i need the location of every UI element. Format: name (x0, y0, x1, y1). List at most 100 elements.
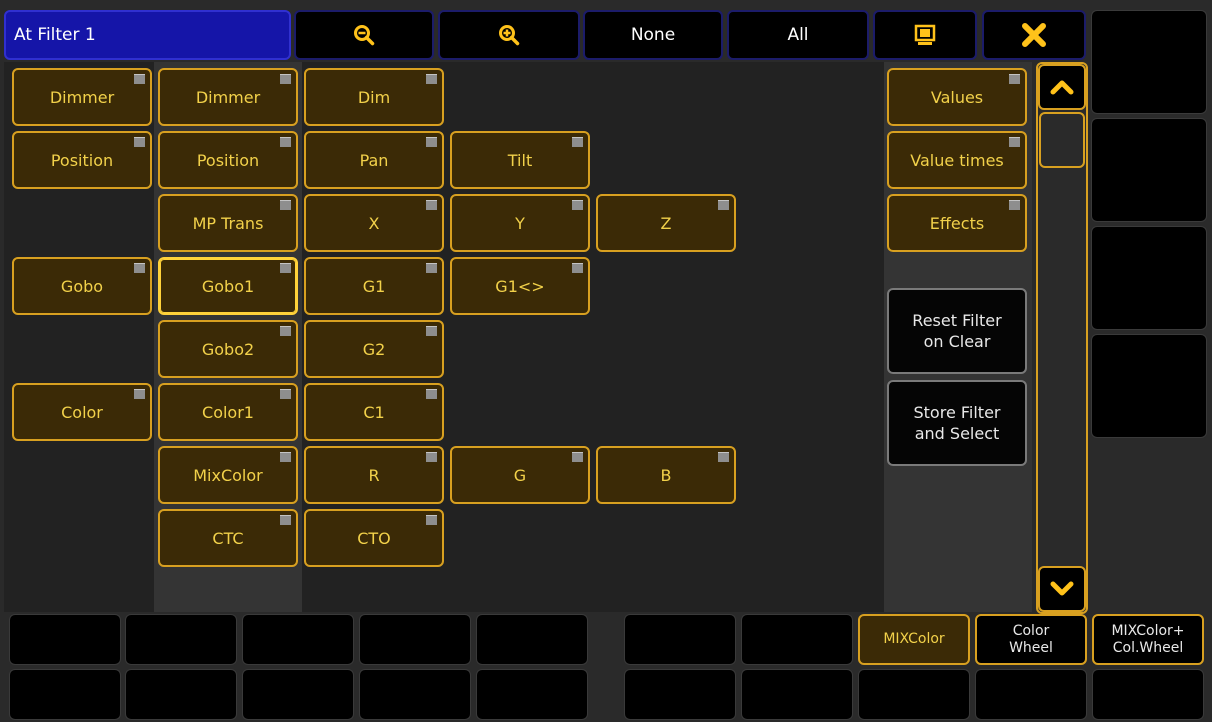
indicator-icon (280, 74, 291, 84)
indicator-icon (280, 515, 291, 525)
filter-gobo-group[interactable]: Gobo (12, 257, 152, 315)
side-cell[interactable] (1091, 334, 1207, 438)
empty-cell[interactable] (125, 669, 237, 720)
filter-mp-trans[interactable]: MP Trans (158, 194, 298, 252)
filter-c1[interactable]: C1 (304, 383, 444, 441)
empty-cell[interactable] (125, 614, 237, 665)
close-button[interactable] (982, 10, 1086, 60)
value-times-button[interactable]: Value times (887, 131, 1027, 189)
button-label: MIXColor (883, 631, 945, 647)
empty-cell[interactable] (476, 614, 588, 665)
button-label: CTO (357, 528, 391, 548)
scroll-up-button[interactable] (1038, 64, 1086, 110)
filter-gobo1[interactable]: Gobo1 (158, 257, 298, 315)
values-button[interactable]: Values (887, 68, 1027, 126)
button-label: R (368, 465, 380, 485)
mixcolor-col-wheel-button[interactable]: MIXColor+ Col.Wheel (1092, 614, 1204, 665)
empty-cell[interactable] (741, 614, 853, 665)
filter-position[interactable]: Position (158, 131, 298, 189)
button-label: MP Trans (192, 213, 264, 233)
zoom-in-icon (498, 24, 520, 46)
filter-tilt[interactable]: Tilt (450, 131, 590, 189)
indicator-icon (426, 389, 437, 399)
store-filter-and-select-button[interactable]: Store Filter and Select (887, 380, 1027, 466)
select-none-button[interactable]: None (583, 10, 723, 60)
indicator-icon (1009, 74, 1020, 84)
filter-g1-rotate[interactable]: G1<> (450, 257, 590, 315)
empty-cell[interactable] (9, 614, 121, 665)
button-label: G2 (362, 339, 386, 359)
side-cell[interactable] (1091, 10, 1207, 114)
filter-y[interactable]: Y (450, 194, 590, 252)
indicator-icon (134, 389, 145, 399)
indicator-icon (134, 74, 145, 84)
empty-cell[interactable] (624, 669, 736, 720)
zoom-in-button[interactable] (438, 10, 580, 60)
chevron-down-icon (1050, 581, 1074, 597)
button-label: G (513, 465, 527, 485)
button-label: Dimmer (195, 87, 261, 107)
filter-mixcolor[interactable]: MixColor (158, 446, 298, 504)
empty-cell[interactable] (741, 669, 853, 720)
filter-r[interactable]: R (304, 446, 444, 504)
empty-cell[interactable] (242, 669, 354, 720)
filter-color1[interactable]: Color1 (158, 383, 298, 441)
side-cell[interactable] (1091, 118, 1207, 222)
scrollbar-thumb[interactable] (1039, 112, 1085, 168)
filter-position-group[interactable]: Position (12, 131, 152, 189)
empty-cell[interactable] (359, 669, 471, 720)
filter-dim[interactable]: Dim (304, 68, 444, 126)
button-label: C1 (363, 402, 385, 422)
empty-cell[interactable] (975, 669, 1087, 720)
empty-cell[interactable] (1092, 669, 1204, 720)
filter-dimmer[interactable]: Dimmer (158, 68, 298, 126)
filter-z[interactable]: Z (596, 194, 736, 252)
color-wheel-button[interactable]: Color Wheel (975, 614, 1087, 665)
indicator-icon (572, 137, 583, 147)
filter-g[interactable]: G (450, 446, 590, 504)
button-label: Color Wheel (1009, 622, 1053, 656)
filter-b[interactable]: B (596, 446, 736, 504)
monitor-icon (914, 24, 936, 46)
button-label: Value times (910, 150, 1004, 170)
filter-x[interactable]: X (304, 194, 444, 252)
button-label: B (660, 465, 672, 485)
button-label: Reset Filter on Clear (912, 311, 1002, 351)
indicator-icon (718, 452, 729, 462)
empty-cell[interactable] (858, 669, 970, 720)
filter-color-group[interactable]: Color (12, 383, 152, 441)
filter-cto[interactable]: CTO (304, 509, 444, 567)
indicator-icon (426, 326, 437, 336)
button-label: MixColor (193, 465, 263, 485)
mixcolor-button[interactable]: MIXColor (858, 614, 970, 665)
empty-cell[interactable] (359, 614, 471, 665)
button-label: Values (930, 87, 984, 107)
filter-dimmer-group[interactable]: Dimmer (12, 68, 152, 126)
effects-button[interactable]: Effects (887, 194, 1027, 252)
select-all-button[interactable]: All (727, 10, 869, 60)
zoom-out-button[interactable] (294, 10, 434, 60)
empty-cell[interactable] (242, 614, 354, 665)
button-label: Dimmer (49, 87, 115, 107)
reset-filter-on-clear-button[interactable]: Reset Filter on Clear (887, 288, 1027, 374)
button-label: Store Filter and Select (913, 403, 1001, 443)
empty-cell[interactable] (476, 669, 588, 720)
indicator-icon (280, 326, 291, 336)
filter-g2[interactable]: G2 (304, 320, 444, 378)
filter-pan[interactable]: Pan (304, 131, 444, 189)
button-label: Gobo2 (201, 339, 255, 359)
button-label: MIXColor+ Col.Wheel (1111, 622, 1185, 656)
scroll-down-button[interactable] (1038, 566, 1086, 612)
empty-cell[interactable] (624, 614, 736, 665)
filter-gobo2[interactable]: Gobo2 (158, 320, 298, 378)
side-cell[interactable] (1091, 226, 1207, 330)
indicator-icon (280, 263, 291, 273)
screen-button[interactable] (873, 10, 977, 60)
filter-g1[interactable]: G1 (304, 257, 444, 315)
empty-cell[interactable] (9, 669, 121, 720)
button-label: Position (196, 150, 260, 170)
indicator-icon (426, 515, 437, 525)
indicator-icon (572, 263, 583, 273)
indicator-icon (134, 137, 145, 147)
filter-ctc[interactable]: CTC (158, 509, 298, 567)
